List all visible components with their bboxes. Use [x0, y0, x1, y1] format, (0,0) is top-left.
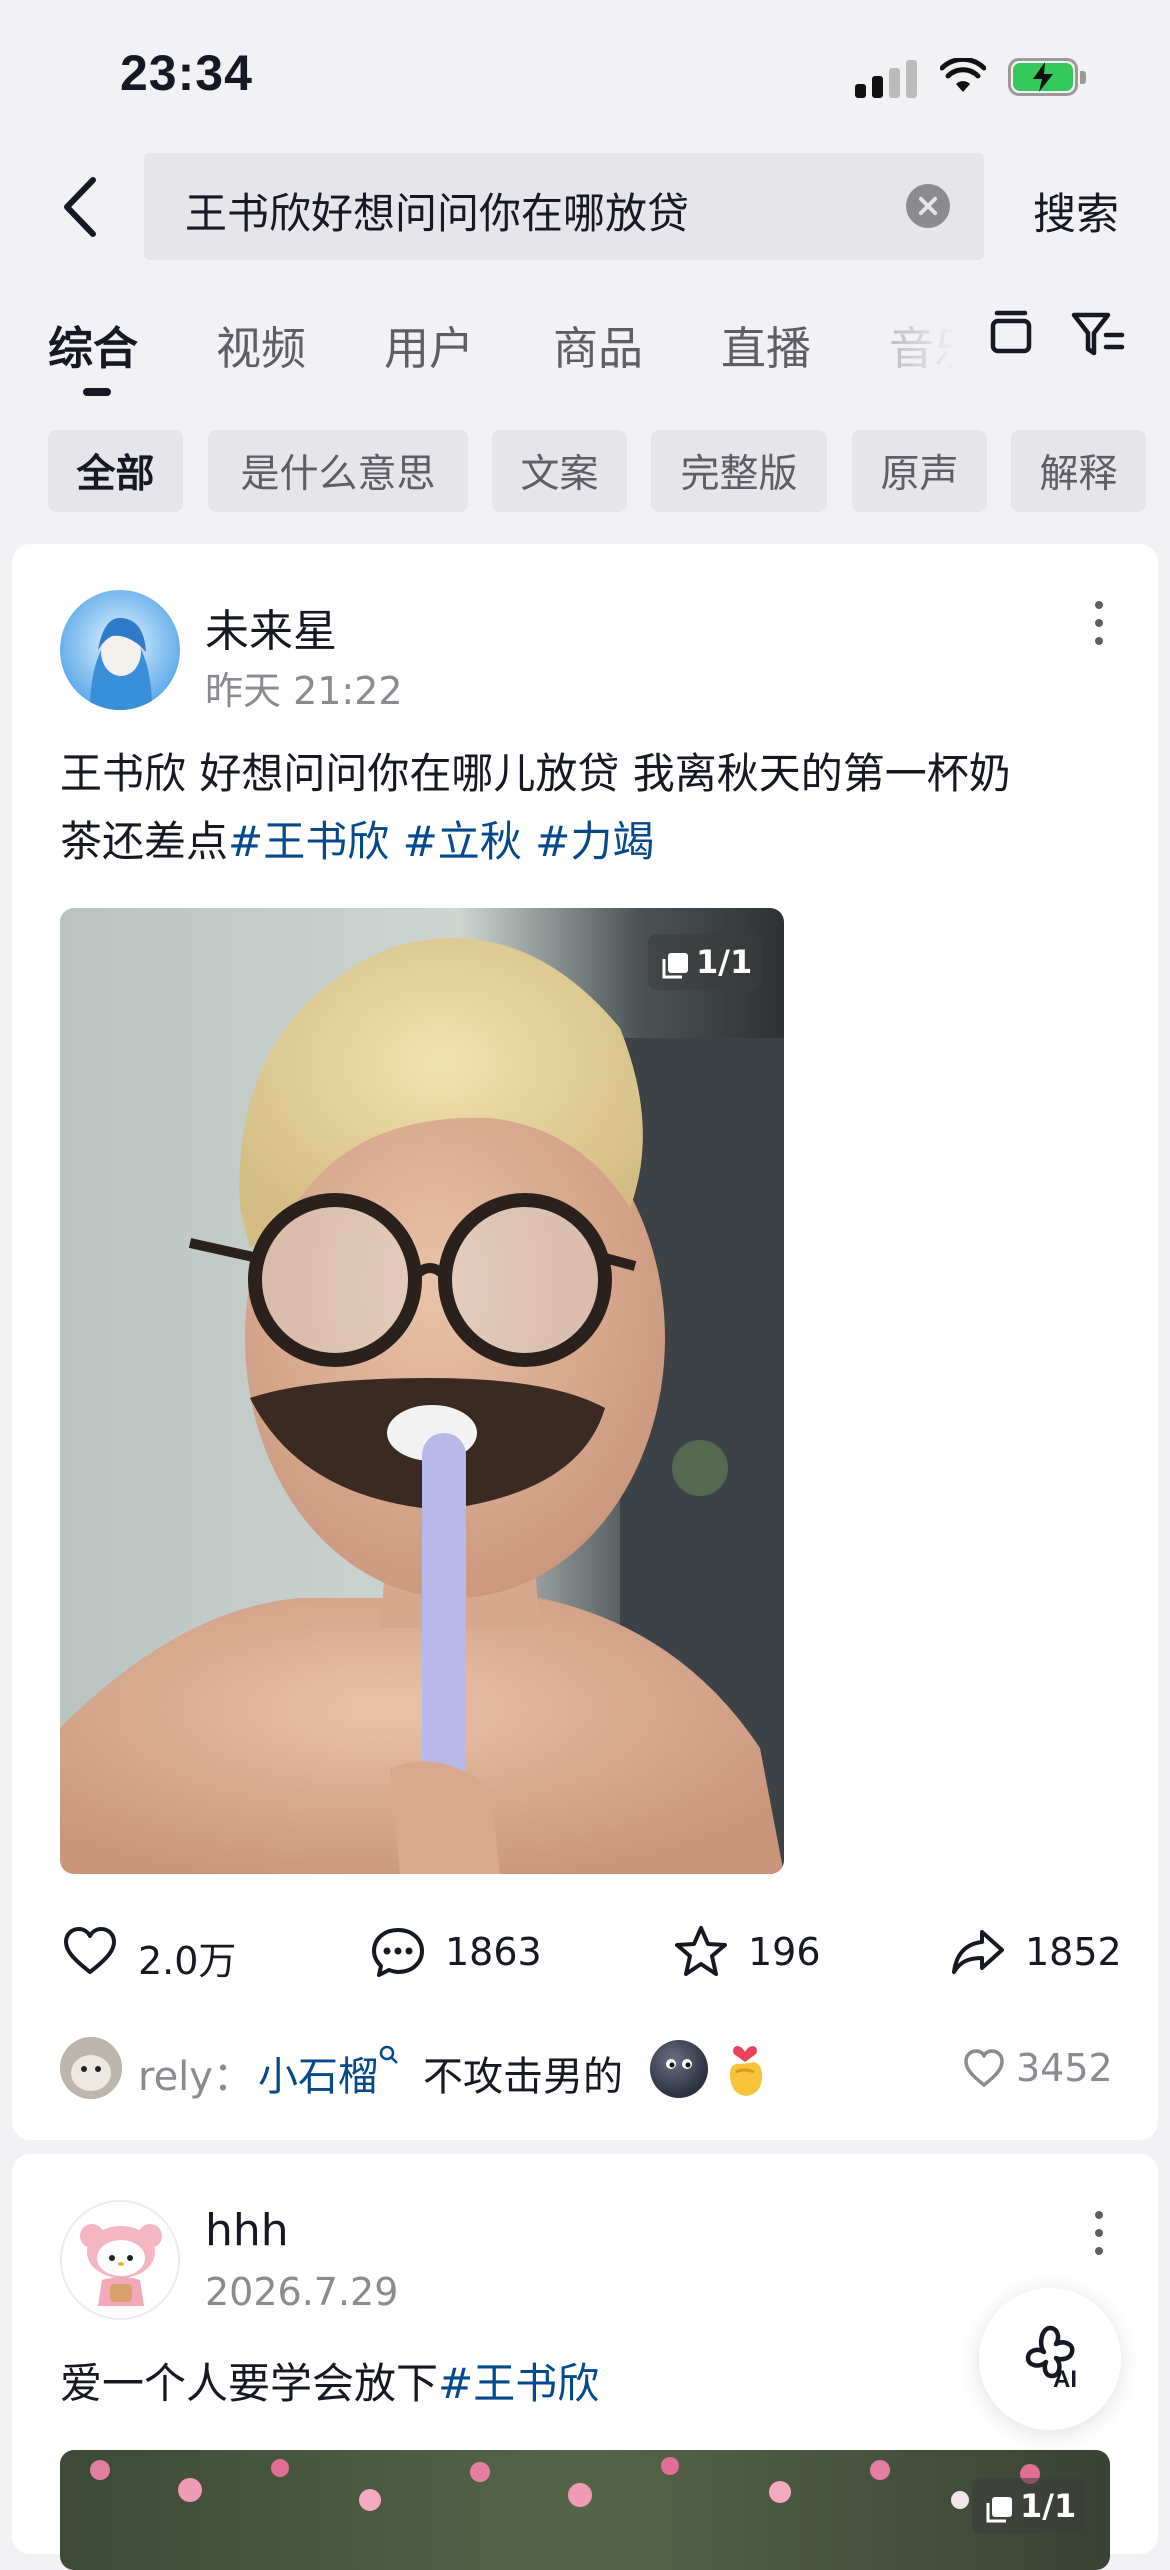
post-text-line2: 茶还差点	[60, 817, 229, 866]
comment-count: 1863	[445, 1930, 542, 1974]
chip-copywriting[interactable]: 文案	[492, 430, 627, 512]
comment-avatar[interactable]	[60, 2037, 122, 2099]
chip-full-version[interactable]: 完整版	[651, 430, 827, 512]
search-query-text[interactable]: 王书欣好想问问你在哪放贷	[185, 180, 689, 241]
comment-mention[interactable]: 小石榴	[258, 2054, 378, 2100]
layout-toggle-icon[interactable]	[981, 305, 1041, 365]
like-icon[interactable]	[62, 1924, 118, 1980]
chip-meaning[interactable]: 是什么意思	[208, 430, 468, 512]
post-text: 王书欣 好想问问你在哪儿放贷 我离秋天的第一杯奶 茶还差点#王书欣 #立秋 #力…	[60, 740, 1100, 876]
image-count: 1/1	[1020, 2487, 1077, 2525]
hashtag-link[interactable]: #立秋	[403, 817, 522, 866]
post-username[interactable]: 未来星	[205, 595, 337, 659]
hashtag-link[interactable]: #力竭	[535, 817, 654, 866]
finger-heart-emoji-icon	[730, 2046, 762, 2096]
wifi-icon	[940, 58, 986, 92]
cellular-signal-icon	[855, 60, 917, 98]
tab-products[interactable]: 商品	[553, 312, 643, 377]
more-options-icon[interactable]	[1092, 2208, 1106, 2258]
search-button[interactable]: 搜索	[1033, 180, 1119, 242]
image-count-badge: 1/1	[648, 934, 762, 990]
back-arrow-icon[interactable]	[55, 172, 105, 242]
battery-charging-icon	[1008, 58, 1088, 96]
post-username[interactable]: hhh	[205, 2205, 289, 2256]
post-time: 2026.7.29	[205, 2270, 399, 2314]
favorite-star-icon[interactable]	[673, 1924, 729, 1980]
ai-label: AI	[1053, 2366, 1077, 2393]
clear-search-icon[interactable]	[906, 184, 950, 228]
like-count: 2.0万	[138, 1939, 237, 1983]
post-image[interactable]	[60, 2450, 1110, 2570]
post-image[interactable]	[60, 908, 784, 1874]
comment-username[interactable]: rely：	[138, 2044, 253, 2102]
tab-live[interactable]: 直播	[721, 312, 811, 377]
post-time: 昨天 21:22	[205, 669, 403, 713]
comment-icon[interactable]	[370, 1924, 426, 1980]
chip-all[interactable]: 全部	[48, 430, 183, 512]
favorite-count: 196	[748, 1930, 821, 1974]
hashtag-link[interactable]: #王书欣	[438, 2359, 599, 2408]
tab-video[interactable]: 视频	[216, 312, 306, 377]
post-text-line1: 王书欣 好想问问你在哪儿放贷 我离秋天的第一杯奶	[60, 749, 1011, 798]
post-text: 爱一个人要学会放下#王书欣	[60, 2350, 1100, 2418]
share-count: 1852	[1025, 1930, 1122, 1974]
tab-comprehensive[interactable]: 综合	[48, 312, 138, 377]
chip-original-sound[interactable]: 原声	[852, 430, 987, 512]
comment-mention-link[interactable]: 小石榴	[258, 2044, 400, 2102]
tab-fade	[880, 290, 990, 390]
filter-icon[interactable]	[1068, 305, 1128, 365]
post-text-plain: 爱一个人要学会放下	[60, 2359, 439, 2408]
ai-assistant-button[interactable]: AI	[979, 2288, 1121, 2430]
multi-image-icon	[986, 2493, 1012, 2523]
avatar[interactable]	[60, 2200, 180, 2320]
comment-like-count: 3452	[1016, 2046, 1113, 2090]
image-count-badge: 1/1	[972, 2478, 1086, 2534]
image-count: 1/1	[696, 943, 753, 981]
more-options-icon[interactable]	[1092, 598, 1106, 648]
search-icon	[379, 2045, 398, 2064]
dark-face-emoji-icon	[650, 2040, 708, 2098]
comment-text: 不攻击男的	[423, 2054, 623, 2100]
status-time: 23:34	[120, 45, 253, 101]
active-tab-indicator	[83, 388, 111, 396]
hashtag-link[interactable]: #王书欣	[228, 817, 389, 866]
tab-users[interactable]: 用户	[384, 312, 474, 377]
chip-explain[interactable]: 解释	[1011, 430, 1146, 512]
share-icon[interactable]	[950, 1924, 1006, 1980]
comment-like-icon[interactable]	[962, 2047, 1006, 2091]
multi-image-icon	[662, 949, 688, 979]
avatar[interactable]	[60, 590, 180, 710]
